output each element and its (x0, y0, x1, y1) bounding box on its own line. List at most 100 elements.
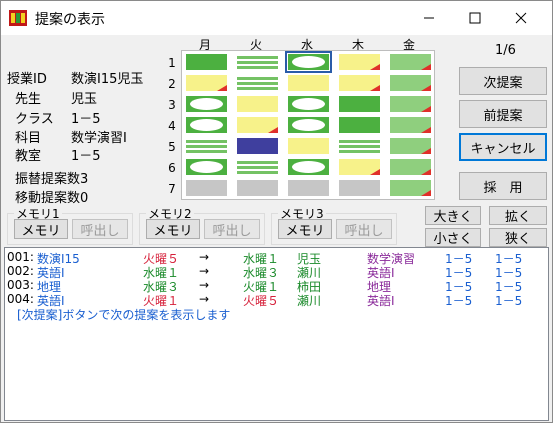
schedule-cell[interactable] (339, 138, 380, 154)
slot-marker (190, 119, 223, 131)
log-message: [次提案]ボタンで次の提案を表示します (17, 308, 231, 322)
row-subject: 英語Ⅰ (367, 294, 395, 308)
memory-recall-button[interactable]: 呼出し (72, 219, 128, 239)
memory-recall-button[interactable]: 呼出し (204, 219, 260, 239)
room-value: 1－5 (71, 149, 101, 164)
schedule-cell[interactable] (186, 138, 227, 154)
conflict-marker (370, 85, 380, 91)
schedule-cell[interactable] (237, 54, 278, 70)
schedule-cell[interactable] (288, 138, 329, 154)
slot-marker (190, 161, 223, 173)
expand-button[interactable]: 拡く (489, 206, 547, 225)
schedule-cell[interactable] (390, 117, 431, 133)
schedule-cell[interactable] (186, 75, 227, 91)
swap-count: 振替提案数3 (15, 172, 89, 187)
schedule-cell[interactable] (288, 117, 329, 133)
class-label: クラス (15, 112, 54, 127)
conflict-marker (268, 127, 278, 133)
conflict-marker (421, 148, 431, 154)
schedule-cell[interactable] (339, 180, 380, 196)
schedule-cell[interactable] (186, 159, 227, 175)
schedule-cell[interactable] (339, 54, 380, 70)
narrow-button[interactable]: 狭く (489, 228, 547, 247)
schedule-cell[interactable] (390, 180, 431, 196)
row-arrow: → (199, 292, 210, 306)
title-bar: 提案の表示 (1, 1, 552, 35)
conflict-marker (421, 127, 431, 133)
cancel-button[interactable]: キャンセル (459, 133, 547, 161)
schedule-cell[interactable] (237, 138, 278, 154)
schedule-cell[interactable] (186, 54, 227, 70)
period-label: 2 (168, 77, 176, 91)
dialog-window: 提案の表示 授業ID 数演Ⅰ15児玉 先生 児玉 クラス 1－5 科目 数学演習… (0, 0, 553, 423)
period-label: 3 (168, 98, 176, 112)
memory-store-button[interactable]: メモリ (14, 219, 68, 239)
schedule-cell[interactable] (390, 54, 431, 70)
class-id-label: 授業ID (7, 72, 47, 87)
schedule-cell[interactable] (390, 75, 431, 91)
maximize-button[interactable] (452, 1, 498, 35)
schedule-cell[interactable] (339, 117, 380, 133)
conflict-marker (421, 106, 431, 112)
period-label: 6 (168, 161, 176, 175)
schedule-cell[interactable] (186, 96, 227, 112)
class-value: 1－5 (71, 112, 101, 127)
period-label: 7 (168, 182, 176, 196)
bigger-button[interactable]: 大きく (425, 206, 481, 225)
memory-group-1: メモリ1 メモリ 呼出し (7, 205, 133, 245)
close-icon (515, 12, 527, 24)
row-room: 1－5 (495, 294, 523, 308)
schedule-cell[interactable] (339, 159, 380, 175)
subject-label: 科目 (15, 131, 42, 146)
adopt-button[interactable]: 採 用 (459, 172, 547, 200)
conflict-marker (421, 169, 431, 175)
dialog-content: 授業ID 数演Ⅰ15児玉 先生 児玉 クラス 1－5 科目 数学演習Ⅰ 教室 1… (1, 35, 552, 422)
app-icon (9, 10, 27, 26)
close-button[interactable] (498, 1, 544, 35)
memory-store-button[interactable]: メモリ (278, 219, 332, 239)
schedule-cell[interactable] (237, 75, 278, 91)
row-id: 002: (7, 264, 34, 278)
conflict-marker (370, 64, 380, 70)
schedule-cell[interactable] (237, 96, 278, 112)
period-label: 1 (168, 56, 176, 70)
slot-marker (190, 98, 223, 110)
schedule-cell[interactable] (288, 75, 329, 91)
memory-group-3: メモリ3 メモリ 呼出し (271, 205, 397, 245)
period-label: 5 (168, 140, 176, 154)
window-title: 提案の表示 (35, 12, 105, 28)
prev-proposal-button[interactable]: 前提案 (459, 100, 547, 128)
slot-marker (292, 98, 325, 110)
next-proposal-button[interactable]: 次提案 (459, 67, 547, 95)
memory-store-button[interactable]: メモリ (146, 219, 200, 239)
schedule-cell[interactable] (390, 96, 431, 112)
move-count: 移動提案数0 (15, 191, 89, 206)
row-arrow: → (199, 278, 210, 292)
schedule-cell[interactable] (285, 51, 332, 73)
smaller-button[interactable]: 小さく (425, 228, 481, 247)
minimize-button[interactable] (406, 1, 452, 35)
row-id: 003: (7, 278, 34, 292)
schedule-cell[interactable] (237, 180, 278, 196)
schedule-cell[interactable] (237, 159, 278, 175)
schedule-cell[interactable] (186, 180, 227, 196)
row-arrow: → (199, 264, 210, 278)
schedule-cell[interactable] (339, 96, 380, 112)
slot-marker (292, 119, 325, 131)
schedule-cell[interactable] (288, 180, 329, 196)
schedule-cell[interactable] (186, 117, 227, 133)
schedule-grid[interactable] (181, 50, 435, 200)
conflict-marker (421, 64, 431, 70)
schedule-cell[interactable] (390, 138, 431, 154)
schedule-cell[interactable] (288, 159, 329, 175)
schedule-cell[interactable] (237, 117, 278, 133)
memory-recall-button[interactable]: 呼出し (336, 219, 392, 239)
schedule-cell[interactable] (288, 96, 329, 112)
row-id: 001: (7, 250, 34, 264)
conflict-marker (217, 85, 227, 91)
room-label: 教室 (15, 149, 42, 164)
schedule-cell[interactable] (339, 75, 380, 91)
class-id-value: 数演Ⅰ15児玉 (71, 72, 144, 87)
schedule-cell[interactable] (390, 159, 431, 175)
proposal-log[interactable]: 001: 数演Ⅰ15 火曜５ → 水曜１ 児玉 数学演習 1－5 1－5 002… (4, 247, 549, 421)
